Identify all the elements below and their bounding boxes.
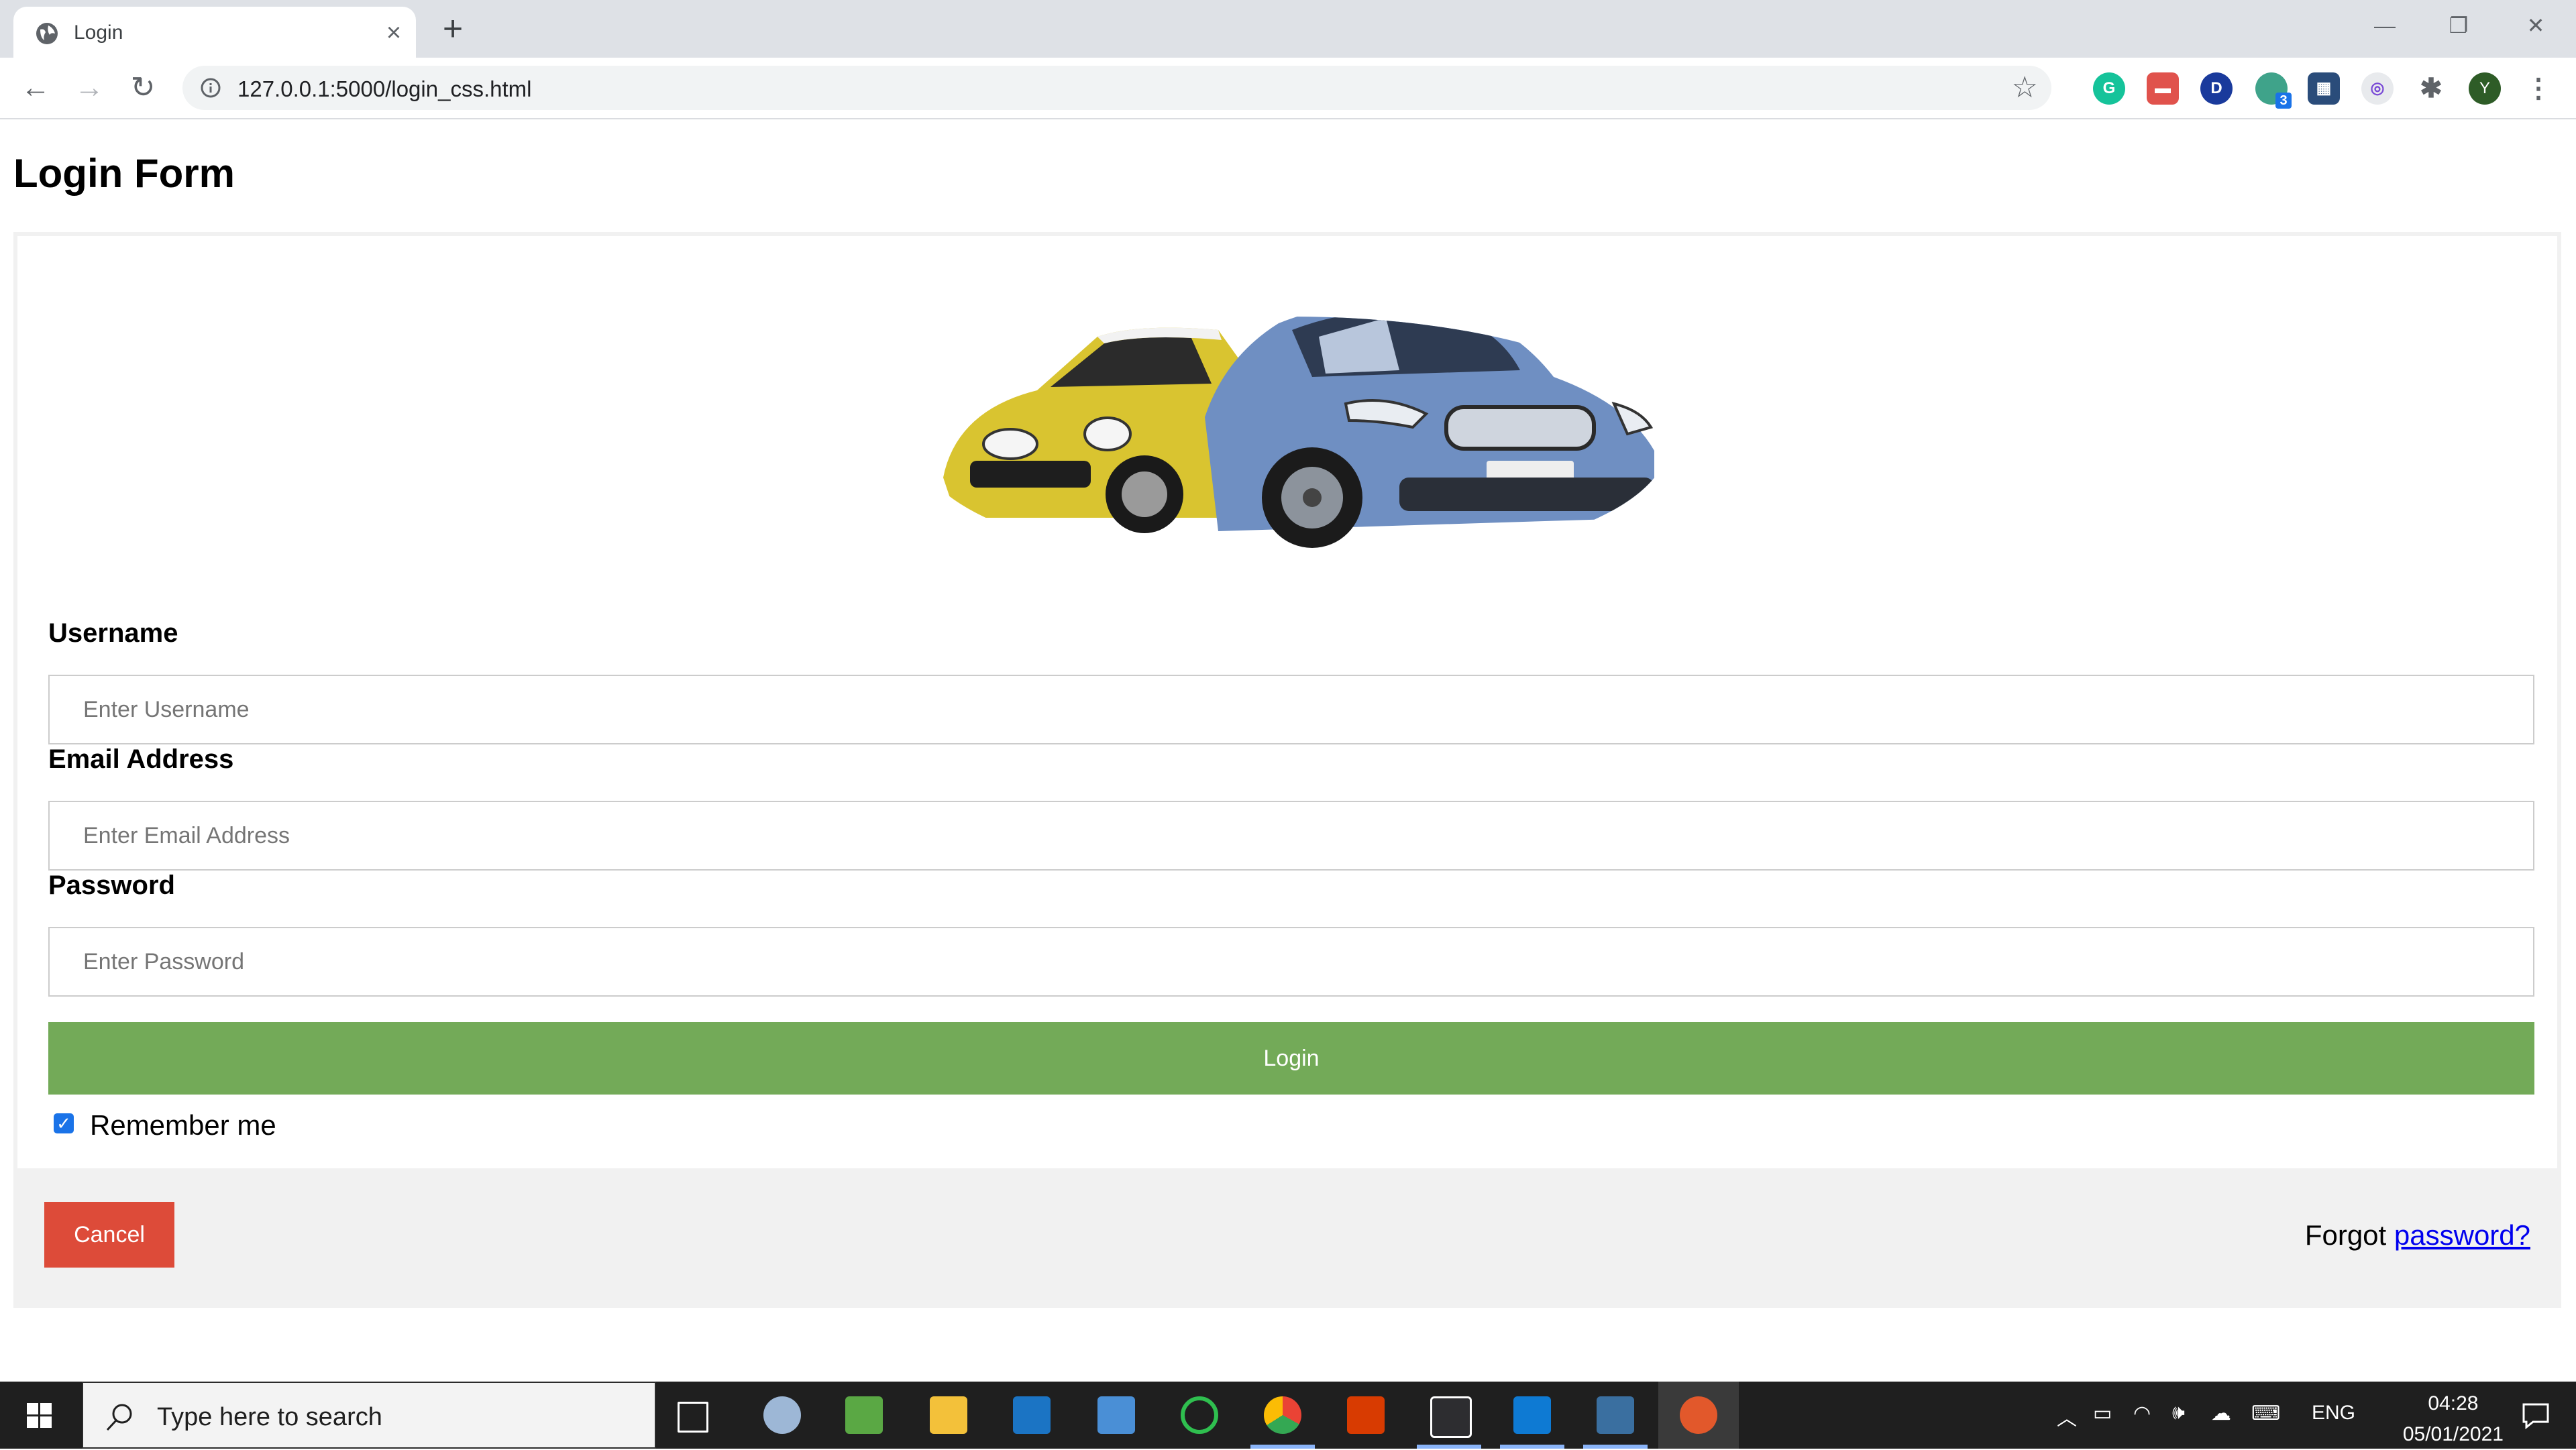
username-input[interactable] [48,675,2534,744]
onedrive-icon[interactable]: ☁ [2211,1402,2231,1425]
vscode-icon[interactable] [1513,1396,1551,1434]
clock-time: 04:28 [2428,1392,2479,1414]
outlook-icon[interactable] [1013,1396,1051,1434]
file-explorer-icon[interactable] [930,1396,967,1434]
cancel-button[interactable]: Cancel [44,1202,174,1268]
browser-tab-strip: Login × + — ❐ ✕ [0,0,2576,58]
clock-date: 05/01/2021 [2402,1423,2504,1445]
browser-toolbar: ← → ↻ 127.0.0.1:5000/login_css.html ☆ G … [0,58,2576,119]
menu-icon[interactable]: ⋮ [2522,72,2555,105]
url-text[interactable]: 127.0.0.1:5000/login_css.html [237,76,531,102]
active-app-slot[interactable] [1658,1382,1739,1449]
snip-icon[interactable] [763,1396,801,1434]
task-view-icon[interactable] [678,1402,708,1433]
profile-avatar[interactable]: Y [2469,72,2501,105]
tray-chevron-icon[interactable]: ︿ [2057,1402,2077,1431]
extension-badge-icon[interactable]: 3 [2255,72,2292,109]
login-form: Username Email Address Password Login ✓ … [13,232,2561,1308]
password-input[interactable] [48,927,2534,997]
info-icon[interactable] [200,77,221,99]
taskbar: Type here to search ︿ ▭ ◠ 🕪 ☁ ⌨ ENG 04:2… [0,1382,2576,1449]
windows-start-icon[interactable] [0,1382,80,1449]
battery-icon[interactable]: ▭ [2093,1402,2112,1425]
page-title: Login Form [13,151,235,196]
tab-title: Login [74,21,123,44]
wifi-icon[interactable]: ◠ [2133,1402,2151,1425]
image-container [17,236,2557,598]
notification-icon[interactable] [2520,1399,2552,1431]
back-icon[interactable]: ← [16,68,55,107]
address-bar[interactable]: 127.0.0.1:5000/login_css.html ☆ [182,66,2051,110]
reload-icon[interactable]: ↻ [123,68,162,107]
password-label: Password [48,871,175,900]
globe-icon [36,23,58,44]
paint-icon[interactable] [845,1396,883,1434]
forgot-text: Forgot [2304,1219,2394,1251]
email-input[interactable] [48,801,2534,871]
cars-image [943,317,1654,548]
bookmark-star-icon[interactable]: ☆ [2012,71,2038,105]
editor-running-indicator [1417,1445,1481,1449]
language-indicator[interactable]: ENG [2312,1402,2355,1425]
tab-close-icon[interactable]: × [379,18,409,48]
chrome-running-indicator [1250,1445,1315,1449]
sync-app-icon[interactable] [1181,1396,1218,1434]
workbench-running-indicator [1583,1445,1648,1449]
clock[interactable]: 04:28 05/01/2021 [2403,1388,2504,1450]
dashlane-icon[interactable]: D [2200,72,2233,105]
clapper-icon[interactable]: ▦ [2308,72,2340,105]
new-tab-icon[interactable]: + [436,9,470,48]
remember-label: Remember me [90,1109,276,1141]
editor-icon[interactable] [1430,1396,1472,1438]
laptop-app-icon[interactable] [1097,1396,1135,1434]
search-icon [106,1404,132,1431]
username-label: Username [48,618,178,648]
form-footer: Cancel Forgot password? [17,1168,2557,1304]
restore-icon[interactable]: ❐ [2435,7,2482,44]
puzzle-icon[interactable]: ✱ [2415,72,2447,105]
chrome-icon[interactable] [1264,1396,1301,1434]
workbench-icon[interactable] [1597,1396,1634,1434]
forgot-password-link[interactable]: password? [2394,1219,2530,1251]
extension-badge-count: 3 [2275,93,2292,109]
taskbar-search[interactable]: Type here to search [82,1382,656,1449]
search-placeholder: Type here to search [157,1403,382,1431]
volume-icon[interactable]: 🕪 [2172,1402,2185,1425]
browser-tab[interactable]: Login × [13,7,416,58]
grammarly-icon[interactable]: G [2093,72,2125,105]
owl-icon[interactable]: ◎ [2361,72,2394,105]
office-icon[interactable] [1347,1396,1385,1434]
close-window-icon[interactable]: ✕ [2512,7,2559,44]
minimize-icon[interactable]: — [2361,7,2408,44]
vscode-running-indicator [1500,1445,1564,1449]
forward-icon[interactable]: → [70,68,109,107]
forgot-password: Forgot password? [2305,1219,2530,1251]
postman-icon [1680,1396,1717,1434]
email-label: Email Address [48,744,234,774]
keyboard-icon[interactable]: ⌨ [2251,1402,2280,1425]
login-button[interactable]: Login [48,1022,2534,1095]
reader-icon[interactable]: ▬ [2147,72,2179,105]
remember-checkbox[interactable]: ✓ [54,1113,74,1133]
